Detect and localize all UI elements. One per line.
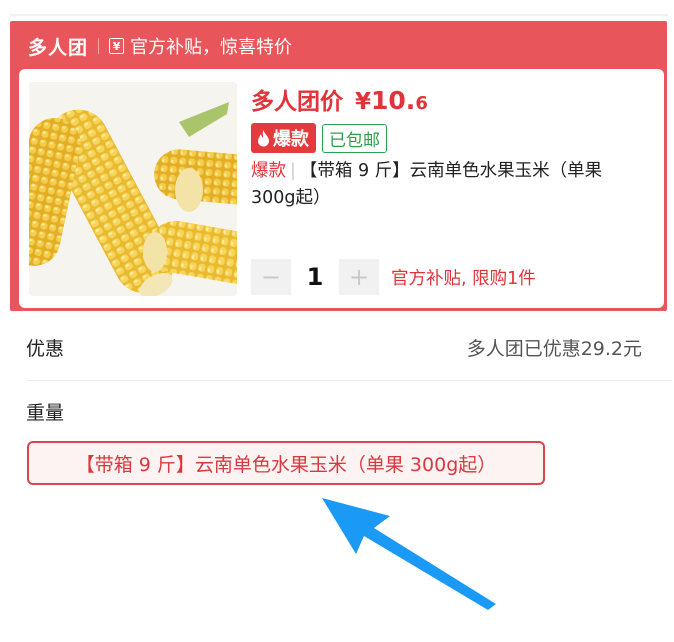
hot-badge: 爆款 [251,123,316,153]
discount-row: 优惠 多人团已优惠29.2元 [26,334,642,361]
product-badges: 爆款 已包邮 [251,123,387,153]
decrease-button[interactable]: − [251,259,291,295]
flame-icon [257,129,270,147]
title-separator: | [290,161,296,181]
discount-value: 多人团已优惠29.2元 [466,338,642,360]
title-text: 【带箱 9 斤】云南单色水果玉米（单果 300g起） [251,161,603,208]
yen-tag-icon: ¥ [109,38,125,54]
group-buy-panel: 多人团 ¥ 官方补贴，惊喜特价 多人团价 ¥ 10. 6 爆款 已包邮 爆款 |… [10,21,667,311]
quantity-value[interactable]: 1 [291,263,339,291]
product-title: 爆款 | 【带箱 9 斤】云南单色水果玉米（单果 300g起） [251,158,651,212]
hot-badge-label: 爆款 [273,129,309,150]
group-price: 多人团价 ¥ 10. 6 [251,82,428,116]
purchase-limit-text: 官方补贴, 限购1件 [391,268,536,289]
product-card[interactable]: 多人团价 ¥ 10. 6 爆款 已包邮 爆款 | 【带箱 9 斤】云南单色水果玉米（… [19,69,664,308]
weight-label: 重量 [26,402,65,424]
price-label: 多人团价 [251,89,343,115]
top-divider [10,14,668,16]
section-divider [26,380,672,381]
price-decimal: 6 [415,93,428,114]
header-separator [98,38,100,54]
discount-label: 优惠 [26,338,65,360]
title-hot-tag: 爆款 [251,161,286,181]
weight-option-selected[interactable]: 【带箱 9 斤】云南单色水果玉米（单果 300g起） [27,441,545,485]
price-currency: ¥ [355,89,372,115]
price-main: 10. [371,86,416,115]
group-buy-title: 多人团 [28,36,89,59]
quantity-stepper: − 1 + 官方补贴, 限购1件 [251,259,536,295]
corn-image[interactable] [29,82,237,296]
group-buy-subtitle: 官方补贴，惊喜特价 [130,37,293,58]
increase-button[interactable]: + [339,259,379,295]
pointer-arrow-icon [322,498,496,610]
free-shipping-badge: 已包邮 [322,123,387,153]
group-buy-header: 多人团 ¥ 官方补贴，惊喜特价 [28,33,292,59]
